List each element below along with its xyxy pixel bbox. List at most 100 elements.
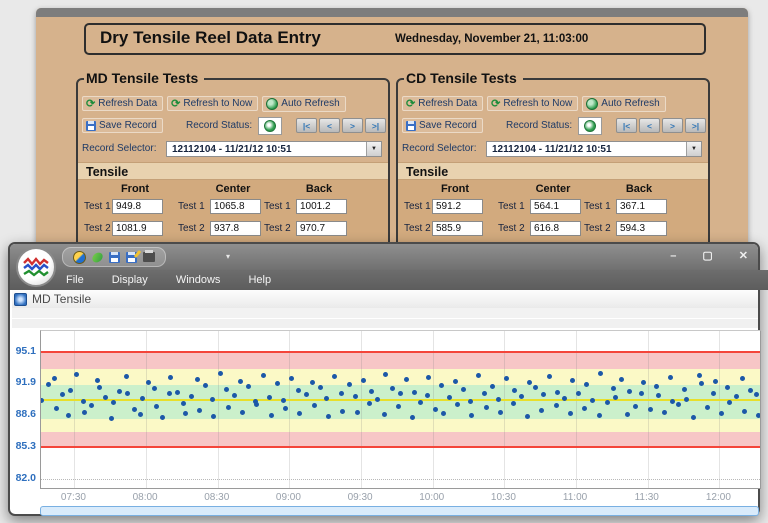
toolbar-spacer-row [12, 308, 758, 319]
menu-file[interactable]: File [66, 274, 84, 286]
data-point [696, 373, 702, 379]
vertical-gridline [504, 331, 506, 488]
horizontal-scrollbar[interactable] [40, 506, 759, 516]
data-point [741, 408, 747, 414]
last-record-button[interactable]: >| [685, 118, 706, 133]
data-point [627, 388, 633, 394]
chart-window-titlebar[interactable]: ▾ – ▢ ✕ [10, 244, 758, 270]
tensile-column-header: Front [440, 183, 470, 195]
data-point [475, 373, 481, 379]
data-point [88, 403, 94, 409]
tensile-value-input[interactable] [530, 199, 581, 214]
data-point [704, 405, 710, 411]
auto-refresh-button[interactable]: Auto Refresh [262, 95, 346, 112]
menu-display[interactable]: Display [112, 274, 148, 286]
next-record-button[interactable]: > [342, 118, 363, 133]
md-panel-title: MD Tensile Tests [84, 70, 205, 86]
pencil-icon [133, 249, 142, 258]
data-point [461, 386, 467, 392]
dropdown-arrow-icon[interactable]: ▼ [366, 141, 381, 156]
auto-refresh-button[interactable]: Auto Refresh [582, 95, 666, 112]
refresh-data-button[interactable]: ⟳ Refresh Data [402, 96, 484, 111]
vertical-gridline [146, 331, 148, 488]
page-title: Dry Tensile Reel Data Entry [100, 28, 321, 47]
tensile-value-input[interactable] [432, 221, 483, 236]
spec-band [41, 431, 760, 448]
refresh-to-now-button[interactable]: ⟳ Refresh to Now [487, 96, 579, 111]
data-point [268, 412, 274, 418]
data-point [389, 385, 395, 391]
tensile-value-input[interactable] [296, 221, 347, 236]
data-point [240, 409, 246, 415]
x-axis-tick-label: 08:30 [204, 492, 230, 503]
dropdown-arrow-icon[interactable]: ▼ [686, 141, 701, 156]
data-point [346, 381, 352, 387]
data-point [653, 383, 659, 389]
tensile-value-input[interactable] [112, 221, 163, 236]
minimize-button[interactable]: – [670, 248, 676, 264]
data-point [395, 404, 401, 410]
highlighter-icon[interactable] [90, 250, 105, 264]
menu-windows[interactable]: Windows [176, 274, 221, 286]
tensile-section-header: Tensile [78, 162, 388, 180]
data-point [524, 413, 530, 419]
data-point [438, 382, 444, 388]
tensile-value-input[interactable] [296, 199, 347, 214]
save-record-label: Save Record [419, 120, 477, 131]
spec-band [41, 385, 760, 420]
save-as-icon[interactable] [126, 249, 142, 263]
toolbar-options-caret-icon[interactable]: ▾ [226, 252, 230, 261]
menu-bar: File Display Windows Help [10, 270, 768, 290]
last-record-button[interactable]: >| [365, 118, 386, 133]
plot-area[interactable] [40, 330, 761, 489]
refresh-to-now-label: Refresh to Now [183, 98, 253, 109]
entry-window-titlebar[interactable] [36, 8, 748, 17]
data-point [225, 405, 231, 411]
record-unlocked-icon [264, 120, 276, 132]
record-selector-dropdown[interactable]: 12112104 - 11/21/12 10:51 ▼ [166, 140, 382, 157]
data-point [152, 385, 158, 391]
menu-help[interactable]: Help [248, 274, 271, 286]
tensile-value-input[interactable] [210, 221, 261, 236]
print-icon[interactable] [143, 250, 155, 262]
y-axis-tick-label: 95.1 [15, 345, 36, 358]
tensile-value-input[interactable] [530, 221, 581, 236]
data-point [690, 414, 696, 420]
data-point [432, 407, 438, 412]
data-point [661, 409, 667, 415]
refresh-data-button[interactable]: ⟳ Refresh Data [82, 96, 164, 111]
x-axis-tick-label: 12:00 [705, 492, 731, 503]
maximize-button[interactable]: ▢ [702, 248, 712, 264]
tensile-value-input[interactable] [210, 199, 261, 214]
auto-refresh-label: Auto Refresh [281, 98, 340, 109]
data-point-icon[interactable] [73, 250, 86, 264]
x-axis-tick-label: 10:30 [490, 492, 516, 503]
document-tab-bar[interactable]: MD Tensile [12, 290, 758, 309]
prev-record-button[interactable]: < [639, 118, 660, 133]
first-record-button[interactable]: |< [296, 118, 317, 133]
record-selector-dropdown[interactable]: 12112104 - 11/21/12 10:51 ▼ [486, 140, 702, 157]
save-icon[interactable] [109, 251, 120, 263]
record-selector-label: Record Selector: [82, 143, 157, 154]
tensile-value-input[interactable] [616, 199, 667, 214]
next-record-button[interactable]: > [662, 118, 683, 133]
data-point [410, 414, 416, 420]
record-selector-value: 12112104 - 11/21/12 10:51 [492, 143, 612, 155]
save-record-button[interactable]: Save Record [82, 118, 163, 133]
refresh-to-now-button[interactable]: ⟳ Refresh to Now [167, 96, 259, 111]
close-button[interactable]: ✕ [739, 248, 748, 264]
tensile-row-label: Test 1 [498, 201, 525, 212]
tensile-value-input[interactable] [616, 221, 667, 236]
first-record-button[interactable]: |< [616, 118, 637, 133]
app-logo-icon[interactable] [16, 247, 56, 287]
data-point [532, 384, 538, 390]
data-point [109, 415, 115, 421]
tensile-value-input[interactable] [432, 199, 483, 214]
vertical-gridline [289, 331, 291, 488]
prev-record-button[interactable]: < [319, 118, 340, 133]
record-status-label: Record Status: [186, 120, 253, 131]
tensile-value-input[interactable] [112, 199, 163, 214]
data-point [756, 412, 760, 418]
save-record-button[interactable]: Save Record [402, 118, 483, 133]
tensile-row-label: Test 1 [404, 201, 431, 212]
